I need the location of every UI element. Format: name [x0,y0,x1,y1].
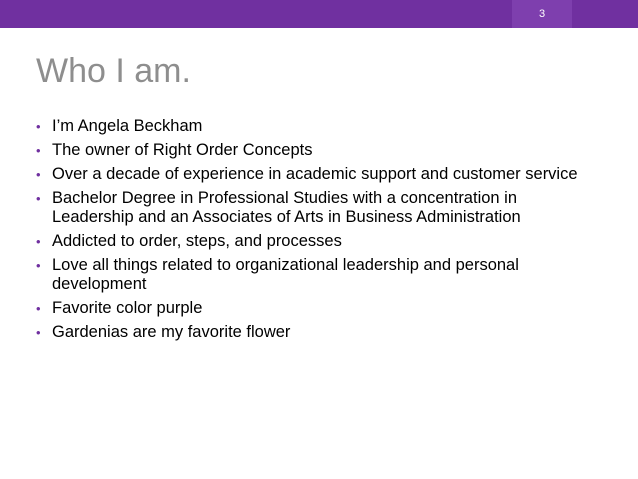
bullet-icon: • [36,119,41,134]
list-item: • Love all things related to organization… [36,256,586,294]
list-item: • The owner of Right Order Concepts [36,141,586,160]
slide-number: 3 [512,0,572,28]
list-item: • Gardenias are my favorite flower [36,323,586,342]
bullet-icon: • [36,301,41,316]
list-item: • Addicted to order, steps, and processes [36,232,586,251]
list-item: • Over a decade of experience in academic… [36,165,586,184]
list-item-text: Bachelor Degree in Professional Studies … [52,189,521,226]
bullet-icon: • [36,191,41,206]
bullet-icon: • [36,234,41,249]
list-item-text: I’m Angela Beckham [52,117,203,135]
list-item: • I’m Angela Beckham [36,117,586,136]
list-item-text: Gardenias are my favorite flower [52,323,291,341]
list-item-text: Love all things related to organizationa… [52,256,519,293]
bullet-list: • I’m Angela Beckham • The owner of Right … [36,117,586,347]
bullet-icon: • [36,325,41,340]
slide-title: Who I am. [36,52,191,90]
list-item-text: Over a decade of experience in academic … [52,165,578,183]
bullet-icon: • [36,167,41,182]
bullet-icon: • [36,143,41,158]
list-item: • Bachelor Degree in Professional Studies… [36,189,586,227]
list-item-text: The owner of Right Order Concepts [52,141,313,159]
bullet-icon: • [36,258,41,273]
list-item-text: Addicted to order, steps, and processes [52,232,342,250]
header-bar: 3 [0,0,638,28]
list-item-text: Favorite color purple [52,299,203,317]
list-item: • Favorite color purple [36,299,586,318]
